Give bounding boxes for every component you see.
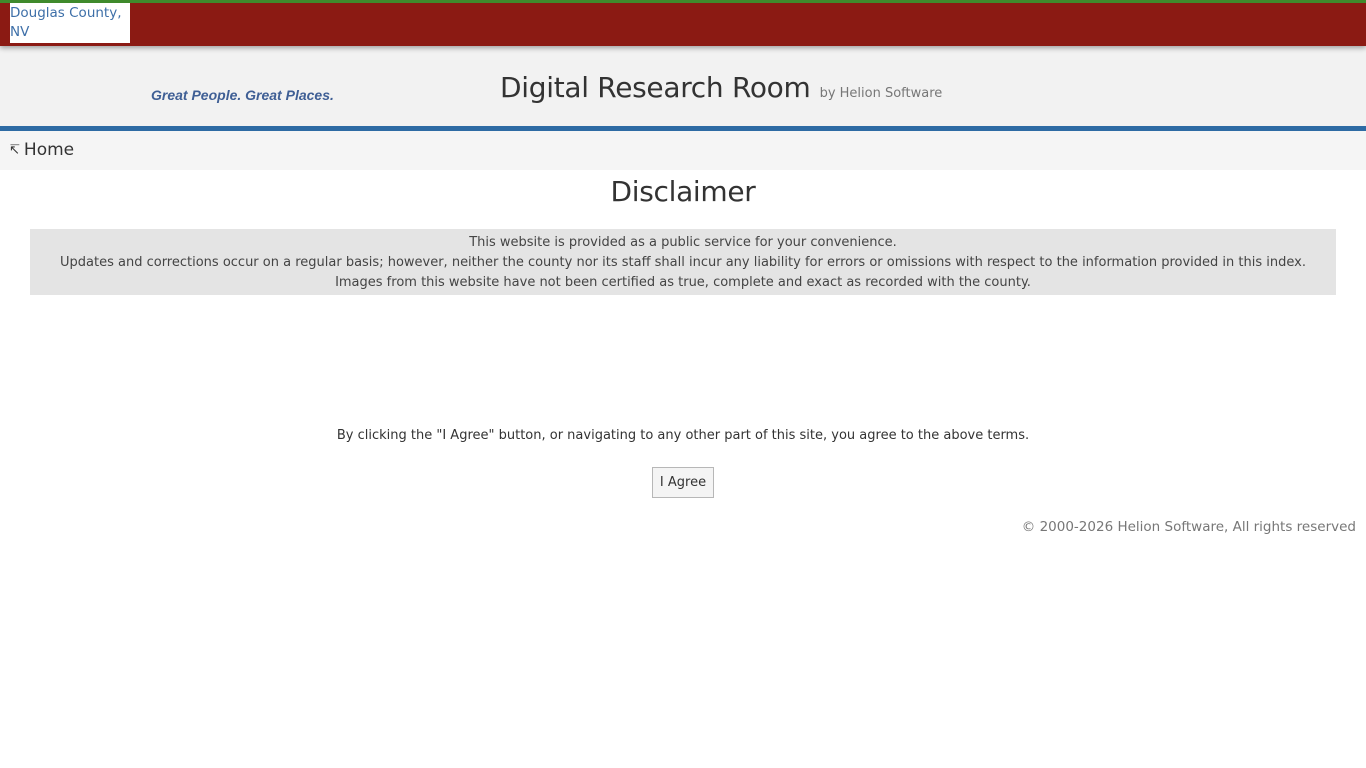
site-title-text: Digital Research Room xyxy=(500,71,811,104)
page-title: Disclaimer xyxy=(610,175,756,208)
tagline: Great People. Great Places. xyxy=(151,87,334,103)
county-logo-alt-text: Douglas County, NV xyxy=(10,5,122,40)
i-agree-button[interactable]: I Agree xyxy=(652,467,714,498)
home-link[interactable]: ↸ Home xyxy=(9,140,74,160)
site-byline: by Helion Software xyxy=(819,86,943,101)
nav-bar: ↸ Home xyxy=(0,131,1366,170)
copyright-notice: © 2000-2026 Helion Software, All rights … xyxy=(1021,519,1356,535)
home-link-label: Home xyxy=(23,140,75,160)
disclaimer-line: Updates and corrections occur on a regul… xyxy=(60,255,1306,270)
disclaimer-line: Images from this website have not been c… xyxy=(335,275,1031,290)
site-banner: Great People. Great Places. Digital Rese… xyxy=(0,46,1366,126)
disclaimer-panel: This website is provided as a public ser… xyxy=(30,229,1336,295)
site-title: Digital Research Room by Helion Software xyxy=(500,71,942,104)
arrow-up-left-icon: ↸ xyxy=(9,143,20,158)
top-bar: Douglas County, NV xyxy=(0,0,1366,46)
county-logo-link[interactable]: Douglas County, NV xyxy=(10,3,130,43)
disclaimer-line: This website is provided as a public ser… xyxy=(469,235,897,250)
agree-instructions: By clicking the "I Agree" button, or nav… xyxy=(336,428,1030,443)
